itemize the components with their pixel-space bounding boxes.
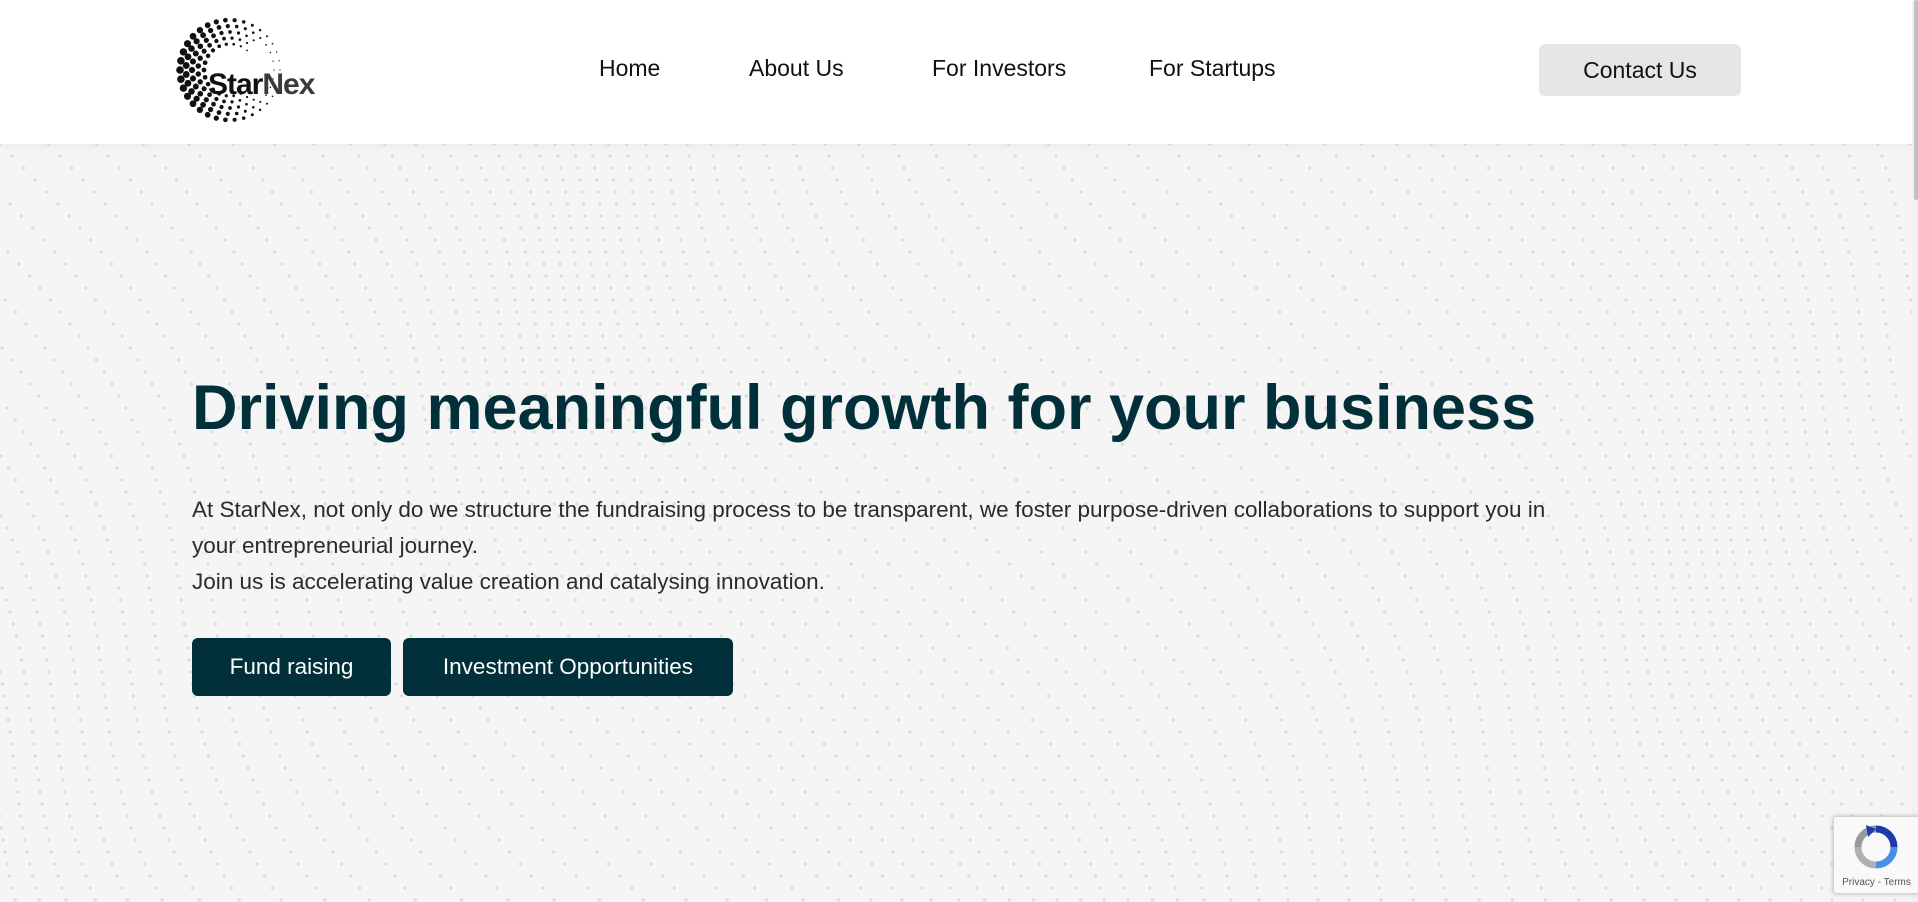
nav-item-about-us[interactable]: About Us bbox=[749, 55, 844, 82]
logo-text-star: Star bbox=[208, 68, 263, 101]
starnex-logo[interactable]: StarNex bbox=[176, 16, 336, 124]
nav-item-home[interactable]: Home bbox=[599, 55, 660, 82]
contact-us-button[interactable]: Contact Us bbox=[1539, 44, 1741, 96]
hero-paragraph-1: At StarNex, not only do we structure the… bbox=[192, 497, 1546, 558]
logo-text-nex: Nex bbox=[262, 68, 315, 101]
investment-opportunities-button[interactable]: Investment Opportunities bbox=[403, 638, 733, 696]
hero-title: Driving meaningful growth for your busin… bbox=[192, 373, 1537, 443]
nav-item-for-investors[interactable]: For Investors bbox=[932, 55, 1066, 82]
recaptcha-icon bbox=[1854, 825, 1898, 869]
scrollbar-thumb[interactable] bbox=[1914, 0, 1918, 200]
hero-section: Driving meaningful growth for your busin… bbox=[192, 372, 1536, 444]
logo-wordmark: StarNex bbox=[208, 68, 315, 102]
hero-paragraph-2: Join us is accelerating value creation a… bbox=[192, 569, 825, 594]
site-header: StarNex Home About Us For Investors For … bbox=[0, 0, 1918, 144]
page-scrollbar[interactable] bbox=[1912, 0, 1918, 902]
nav-item-for-startups[interactable]: For Startups bbox=[1149, 55, 1276, 82]
recaptcha-privacy-terms[interactable]: Privacy - Terms bbox=[1834, 877, 1918, 888]
recaptcha-badge[interactable]: Privacy - Terms bbox=[1833, 816, 1918, 894]
fund-raising-button[interactable]: Fund raising bbox=[192, 638, 391, 696]
